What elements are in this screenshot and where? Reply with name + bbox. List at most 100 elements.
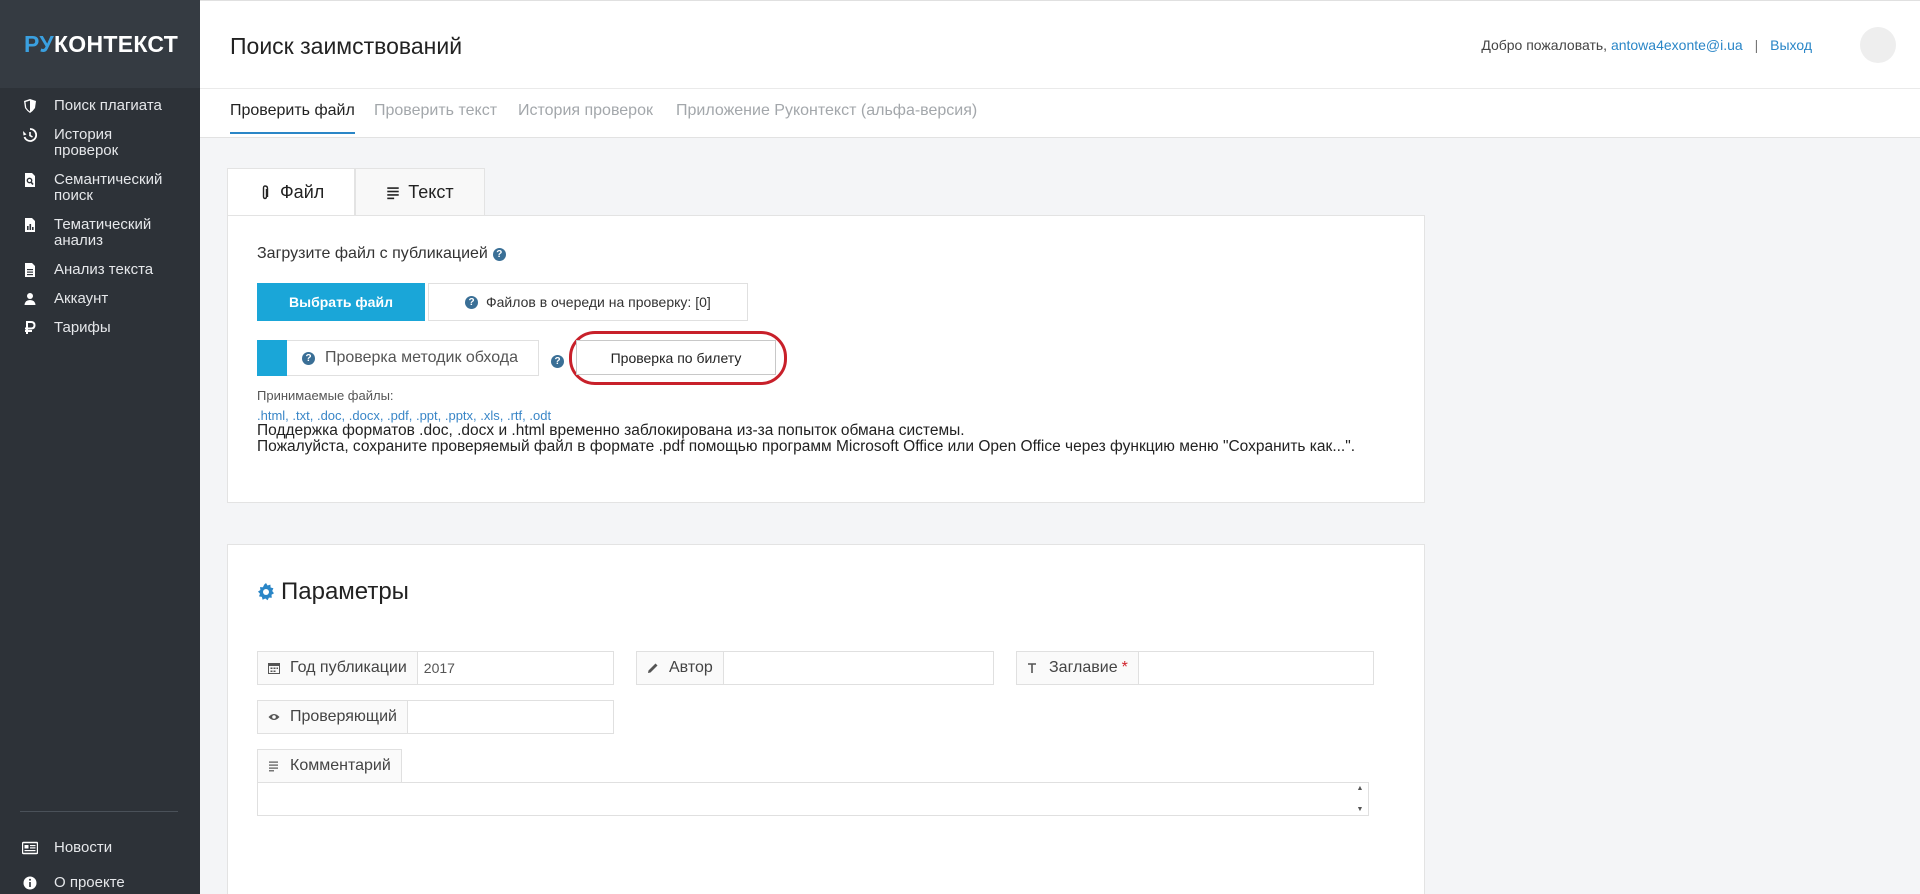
sidebar-item-semantic-search[interactable]: Семантический поиск [0, 172, 200, 204]
sidebar: РУ КОНТЕКСТ Поиск плагиата История провер… [0, 0, 200, 894]
format-notice-line2: Пожалуйста, сохраните проверяемый файл в… [257, 438, 1356, 455]
tab-check-file[interactable]: Проверить файл [230, 102, 355, 134]
year-field: Год публикации [257, 651, 614, 685]
sidebar-item-text-analysis[interactable]: Анализ текста [0, 262, 200, 278]
accepted-files-list: .html, .txt, .doc, .docx, .pdf, .ppt, .p… [257, 408, 552, 423]
author-input[interactable] [723, 651, 994, 685]
sidebar-divider [20, 811, 178, 812]
tab-check-history[interactable]: История проверок [518, 102, 653, 132]
sidebar-item-label: Тарифы [54, 319, 111, 336]
card-tab-file[interactable]: Файл [227, 168, 356, 216]
scroll-down-icon[interactable]: ▼ [1357, 806, 1364, 813]
sidebar-item-account[interactable]: Аккаунт [0, 291, 200, 307]
queue-status: ? Файлов в очереди на проверку: [0] [428, 283, 748, 321]
format-notice: Поддержка форматов .doc, .docx и .html в… [257, 423, 1377, 455]
upload-card: Загрузите файл с публикацией ? Выбрать ф… [227, 215, 1425, 503]
sidebar-item-label: Тематический анализ [54, 216, 152, 249]
sidebar-item-thematic-analysis[interactable]: Тематический анализ [0, 217, 200, 249]
comment-textarea[interactable]: ▲ ▼ [257, 782, 1369, 816]
sidebar-item-history[interactable]: История проверок [0, 127, 200, 159]
logo-part-ru: РУ [24, 30, 54, 57]
header: Поиск заимствований Добро пожаловать, an… [200, 0, 1920, 88]
text-lines-icon [386, 185, 400, 201]
sidebar-item-plagiarism-search[interactable]: Поиск плагиата [0, 98, 200, 114]
choose-file-button[interactable]: Выбрать файл [257, 283, 425, 321]
textarea-scrollbar[interactable]: ▲ ▼ [1354, 785, 1366, 813]
logout-link[interactable]: Выход [1770, 37, 1812, 53]
text-lines-icon [268, 760, 280, 772]
author-field: Автор [636, 651, 994, 685]
help-icon[interactable]: ? [302, 351, 315, 365]
history-icon [20, 127, 40, 143]
params-title-text: Параметры [281, 578, 409, 605]
sidebar-item-label: Новости [54, 839, 113, 856]
logo[interactable]: РУ КОНТЕКСТ [0, 0, 200, 88]
avatar[interactable] [1860, 27, 1896, 63]
accepted-files-title: Принимаемые файлы: [257, 388, 394, 403]
title-field: Заглавие * [1016, 651, 1374, 685]
required-mark: * [1121, 659, 1128, 676]
document-search-icon [20, 172, 40, 188]
params-card: Параметры Год публикации Автор Заглавие … [227, 544, 1425, 894]
calendar-icon [268, 662, 280, 674]
help-icon[interactable]: ? [465, 295, 478, 309]
bypass-check-label: ? Проверка методик обхода [287, 340, 539, 376]
checker-input[interactable] [407, 700, 614, 734]
page-title: Поиск заимствований [230, 33, 463, 59]
sidebar-item-news[interactable]: Новости [0, 840, 200, 856]
user-icon [20, 291, 40, 307]
comment-field: Комментарий [257, 749, 402, 783]
bypass-check-label-text: Проверка методик обхода [325, 349, 519, 366]
bypass-check-toggle[interactable] [257, 340, 287, 376]
upload-label: Загрузите файл с публикацией ? [257, 245, 506, 263]
title-input[interactable] [1138, 651, 1374, 685]
title-label: Заглавие * [1016, 651, 1139, 685]
sidebar-bottom-nav: Новости О проекте [0, 840, 200, 894]
checker-label-text: Проверяющий [290, 708, 397, 725]
sidebar-item-label: Аккаунт [54, 290, 109, 307]
document-icon [20, 262, 40, 278]
card-tab-text[interactable]: Текст [355, 168, 485, 216]
eye-icon [268, 711, 280, 723]
author-label-text: Автор [669, 659, 713, 676]
info-icon [20, 875, 40, 891]
help-icon[interactable]: ? [551, 355, 564, 368]
text-height-icon [1027, 662, 1039, 674]
help-icon[interactable]: ? [492, 247, 506, 261]
title-label-text: Заглавие [1049, 659, 1118, 676]
sidebar-item-tariffs[interactable]: Тарифы [0, 320, 200, 336]
year-label: Год публикации [257, 651, 418, 685]
year-label-text: Год публикации [290, 659, 407, 676]
shield-icon [20, 98, 40, 114]
bypass-help: ? [551, 351, 564, 369]
sidebar-item-label: Семантический поиск [54, 171, 163, 204]
user-email-link[interactable]: antowa4exonte@i.ua [1611, 37, 1743, 53]
bypass-check-group: ? Проверка методик обхода [257, 340, 539, 376]
scroll-up-icon[interactable]: ▲ [1357, 785, 1364, 792]
sidebar-item-about[interactable]: О проекте [0, 875, 200, 891]
year-input[interactable] [417, 651, 614, 685]
ticket-check-button[interactable]: Проверка по билету [576, 340, 776, 375]
pencil-icon [647, 662, 659, 674]
params-title: Параметры [257, 578, 409, 606]
upload-mode-tabs: Файл Текст [227, 168, 485, 216]
tab-check-text[interactable]: Проверить текст [374, 102, 497, 132]
comment-label: Комментарий [257, 749, 402, 783]
upload-label-text: Загрузите файл с публикацией [257, 245, 488, 262]
comment-label-text: Комментарий [290, 757, 391, 774]
paperclip-icon [258, 184, 272, 201]
user-area: Добро пожаловать, antowa4exonte@i.ua | В… [1481, 37, 1812, 53]
logo-part-context: КОНТЕКСТ [53, 30, 179, 57]
card-tab-text-label: Текст [408, 182, 454, 202]
welcome-text: Добро пожаловать, [1481, 37, 1608, 53]
checker-field: Проверяющий [257, 700, 614, 734]
sidebar-item-label: Поиск плагиата [54, 97, 162, 114]
tab-rucontext-app[interactable]: Приложение Руконтекст (альфа-версия) [676, 102, 977, 132]
tabs-bar: Проверить файл Проверить текст История п… [200, 88, 1920, 138]
card-tab-file-label: Файл [280, 182, 325, 202]
chart-document-icon [20, 217, 40, 233]
sidebar-item-label: О проекте [54, 874, 125, 891]
header-separator: | [1754, 37, 1759, 53]
author-label: Автор [636, 651, 724, 685]
checker-label: Проверяющий [257, 700, 408, 734]
